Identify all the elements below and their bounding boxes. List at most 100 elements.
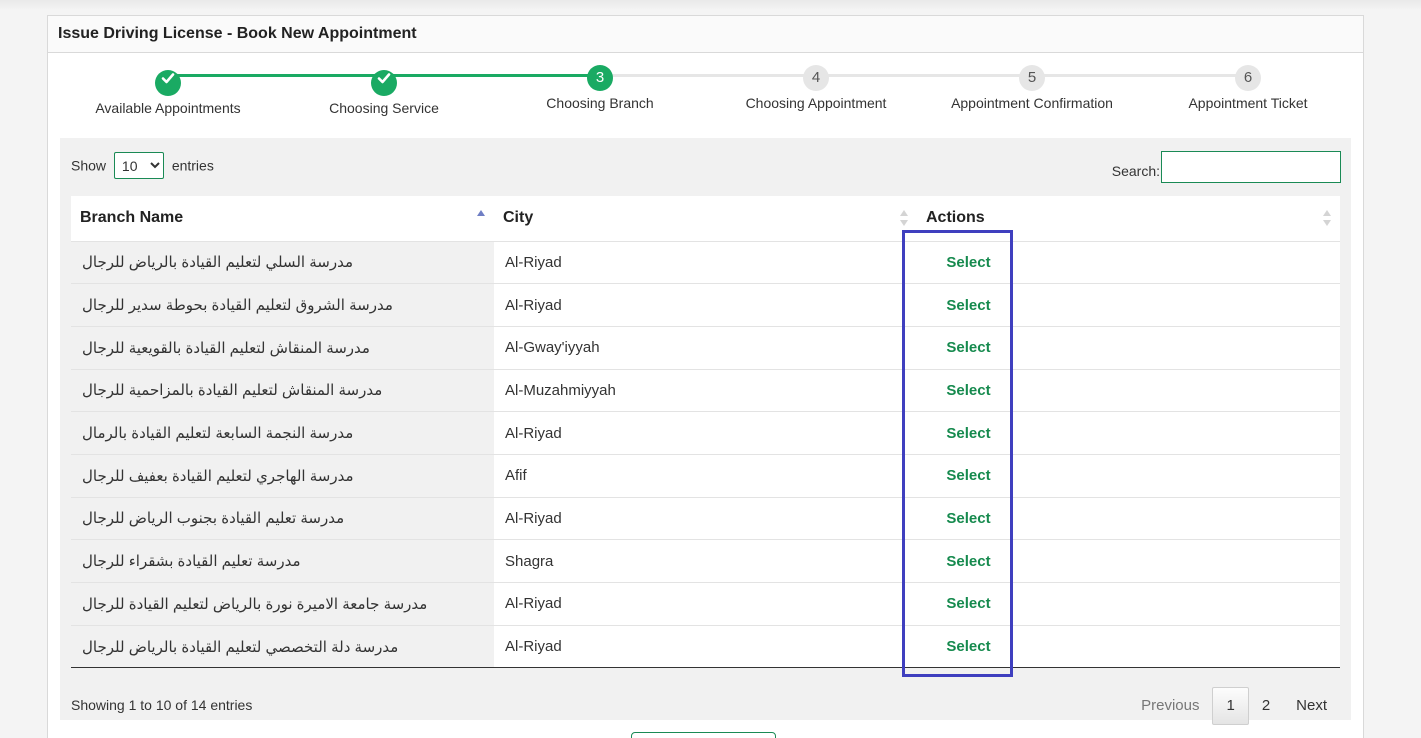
step-2: Choosing Service — [276, 65, 492, 116]
page-length-control: Show 10 entries — [71, 152, 214, 179]
step-1: Available Appointments — [60, 65, 276, 116]
table-header-row: Branch Name City Actions — [71, 196, 1340, 242]
branch-name-cell: مدرسة الهاجري لتعليم القيادة بعفيف للرجا… — [71, 454, 494, 498]
column-header-city[interactable]: City — [494, 196, 917, 242]
search-control: Search: — [1112, 151, 1341, 183]
step-number: 5 — [1019, 65, 1045, 91]
actions-cell: Select — [917, 454, 1340, 498]
city-cell: Shagra — [494, 539, 917, 583]
actions-cell: Select — [917, 369, 1340, 413]
next-page-button[interactable]: Next — [1283, 688, 1340, 724]
table-row: مدرسة الهاجري لتعليم القيادة بعفيف للرجا… — [71, 454, 1340, 498]
step-label: Choosing Branch — [546, 95, 654, 111]
actions-cell: Select — [917, 625, 1340, 669]
branch-name: مدرسة المنقاش لتعليم القيادة بالمزاحمية … — [82, 382, 383, 400]
branch-name: مدرسة جامعة الاميرة نورة بالرياض لتعليم … — [82, 595, 428, 613]
page-length-select[interactable]: 10 — [113, 152, 164, 179]
branch-name: مدرسة الهاجري لتعليم القيادة بعفيف للرجا… — [82, 467, 354, 485]
city-cell: Al-Riyad — [494, 582, 917, 626]
table-row: مدرسة المنقاش لتعليم القيادة بالمزاحمية … — [71, 369, 1340, 413]
step-label: Appointment Confirmation — [951, 95, 1113, 111]
table-row: مدرسة المنقاش لتعليم القيادة بالقويعية ل… — [71, 326, 1340, 370]
sort-both-icon — [900, 210, 908, 226]
city-cell: Al-Riyad — [494, 411, 917, 455]
branch-name: مدرسة تعليم القيادة بجنوب الرياض للرجال — [82, 510, 345, 528]
city-cell: Afif — [494, 454, 917, 498]
step-label: Choosing Appointment — [745, 95, 887, 111]
step-label: Available Appointments — [95, 100, 241, 116]
actions-cell: Select — [917, 497, 1340, 541]
city-cell: Al-Riyad — [494, 497, 917, 541]
branch-name: مدرسة المنقاش لتعليم القيادة بالقويعية ل… — [82, 339, 370, 357]
step-label: Appointment Ticket — [1188, 95, 1308, 111]
actions-cell: Select — [917, 539, 1340, 583]
top-shade — [0, 0, 1421, 10]
table-row: مدرسة دلة التخصصي لتعليم القيادة بالرياض… — [71, 625, 1340, 669]
branch-name-cell: مدرسة دلة التخصصي لتعليم القيادة بالرياض… — [71, 625, 494, 669]
search-input[interactable] — [1161, 151, 1341, 183]
branch-name-cell: مدرسة الشروق لتعليم القيادة بحوطة سدير ل… — [71, 283, 494, 327]
select-branch-button[interactable]: Select — [920, 425, 1017, 442]
select-branch-button[interactable]: Select — [920, 467, 1017, 484]
entries-label: entries — [171, 157, 214, 174]
step-label: Choosing Service — [329, 100, 439, 116]
step-4: 4 Choosing Appointment — [708, 65, 924, 111]
select-branch-button[interactable]: Select — [920, 553, 1017, 570]
step-number: 4 — [803, 65, 829, 91]
select-branch-button[interactable]: Select — [920, 339, 1017, 356]
step-number: 3 — [587, 65, 613, 91]
city-cell: Al-Muzahmiyyah — [494, 369, 917, 413]
select-branch-button[interactable]: Select — [920, 297, 1017, 314]
table-info: Showing 1 to 10 of 14 entries — [71, 697, 253, 713]
table-row: مدرسة تعليم القيادة بجنوب الرياض للرجال A… — [71, 497, 1340, 541]
step-6: 6 Appointment Ticket — [1140, 65, 1356, 111]
table-row: مدرسة جامعة الاميرة نورة بالرياض لتعليم … — [71, 582, 1340, 626]
select-branch-button[interactable]: Select — [920, 595, 1017, 612]
branch-name-cell: مدرسة السلي لتعليم القيادة بالرياض للرجا… — [71, 241, 494, 285]
branches-table: Branch Name City Actions مدرسة السلي لتع… — [71, 196, 1340, 669]
actions-cell: Select — [917, 411, 1340, 455]
step-number: 6 — [1235, 65, 1261, 91]
branch-name-cell: مدرسة المنقاش لتعليم القيادة بالقويعية ل… — [71, 326, 494, 370]
branch-name: مدرسة السلي لتعليم القيادة بالرياض للرجا… — [82, 254, 353, 272]
column-header-branch-name[interactable]: Branch Name — [71, 196, 494, 242]
actions-cell: Select — [917, 326, 1340, 370]
step-5: 5 Appointment Confirmation — [924, 65, 1140, 111]
step-3: 3 Choosing Branch — [492, 65, 708, 111]
city-cell: Al-Riyad — [494, 625, 917, 669]
select-branch-button[interactable]: Select — [920, 638, 1017, 655]
actions-cell: Select — [917, 283, 1340, 327]
branches-table-wrapper: Show 10 entries Search: Branch Name City… — [60, 138, 1351, 725]
checkmark-icon — [371, 70, 397, 96]
select-branch-button[interactable]: Select — [920, 382, 1017, 399]
branch-name-cell: مدرسة المنقاش لتعليم القيادة بالمزاحمية … — [71, 369, 494, 413]
branch-name: مدرسة الشروق لتعليم القيادة بحوطة سدير ل… — [82, 297, 393, 315]
select-branch-button[interactable]: Select — [920, 510, 1017, 527]
booking-panel: Issue Driving License - Book New Appoint… — [47, 15, 1364, 738]
page-button-2[interactable]: 2 — [1249, 688, 1283, 724]
branch-name-cell: مدرسة جامعة الاميرة نورة بالرياض لتعليم … — [71, 582, 494, 626]
branch-name: مدرسة النجمة السابعة لتعليم القيادة بالر… — [82, 425, 354, 443]
select-branch-button[interactable]: Select — [920, 254, 1017, 271]
table-row: مدرسة النجمة السابعة لتعليم القيادة بالر… — [71, 411, 1340, 455]
actions-cell: Select — [917, 241, 1340, 285]
sort-both-icon — [1323, 210, 1331, 226]
branch-name-cell: مدرسة تعليم القيادة بجنوب الرياض للرجال — [71, 497, 494, 541]
city-cell: Al-Riyad — [494, 283, 917, 327]
sort-ascending-icon — [477, 210, 485, 216]
show-label: Show — [71, 157, 107, 174]
previous-page-button[interactable]: Previous — [1128, 688, 1212, 724]
page-button-1[interactable]: 1 — [1212, 687, 1249, 725]
table-row: مدرسة تعليم القيادة بشقراء للرجال Shagra S… — [71, 539, 1340, 583]
panel-title: Issue Driving License - Book New Appoint… — [48, 16, 1363, 53]
branch-name: مدرسة تعليم القيادة بشقراء للرجال — [82, 553, 301, 571]
progress-stepper: Available Appointments Choosing Service 3 C… — [60, 65, 1356, 127]
column-header-actions[interactable]: Actions — [917, 196, 1340, 242]
table-row: مدرسة السلي لتعليم القيادة بالرياض للرجا… — [71, 241, 1340, 285]
search-label: Search: — [1111, 163, 1160, 179]
bottom-action-button[interactable] — [631, 732, 776, 738]
actions-cell: Select — [917, 582, 1340, 626]
table-row: مدرسة الشروق لتعليم القيادة بحوطة سدير ل… — [71, 283, 1340, 327]
city-cell: Al-Riyad — [494, 241, 917, 285]
branch-name-cell: مدرسة تعليم القيادة بشقراء للرجال — [71, 539, 494, 583]
